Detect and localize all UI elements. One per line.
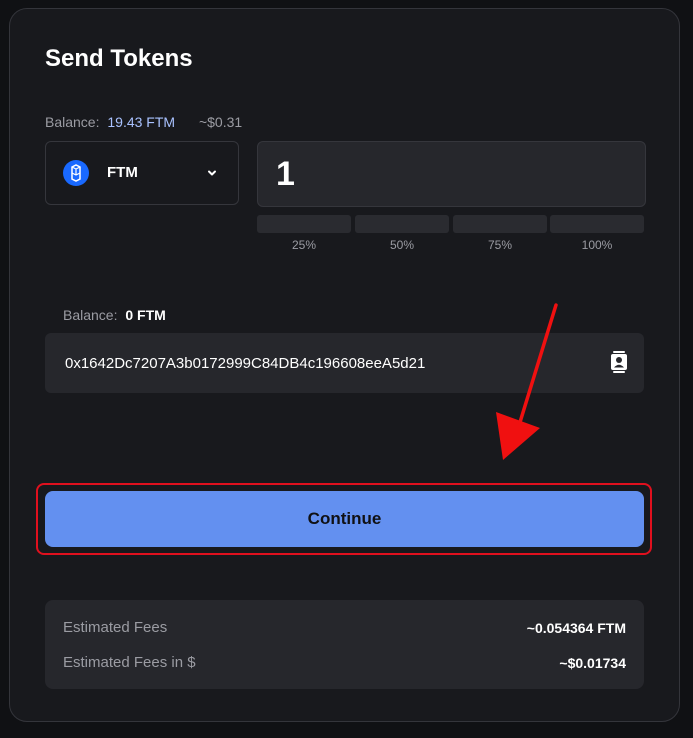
page-title: Send Tokens <box>45 45 193 72</box>
percent-50-label: 50% <box>389 238 415 252</box>
percent-25-label: 25% <box>291 238 317 252</box>
fantom-logo-icon <box>63 160 89 186</box>
percent-50-button[interactable] <box>355 215 449 233</box>
recipient-balance: Balance: 0 FTM <box>63 307 166 323</box>
recipient-balance-value: 0 FTM <box>125 307 166 323</box>
balance-value: 19.43 FTM <box>107 114 176 130</box>
source-balance: Balance: 19.43 FTM ~$0.31 <box>45 114 242 130</box>
token-name: FTM <box>107 164 138 181</box>
percent-100-button[interactable] <box>550 215 644 233</box>
fees-panel: Estimated Fees ~0.054364 FTM Estimated F… <box>45 600 644 689</box>
percent-75-label: 75% <box>487 238 513 252</box>
chevron-down-icon <box>206 166 218 184</box>
balance-usd: ~$0.31 <box>198 114 243 130</box>
estimated-fees-usd-label: Estimated Fees in $ <box>63 654 196 671</box>
balance-label: Balance: <box>45 114 100 130</box>
percent-75-button[interactable] <box>453 215 547 233</box>
recipient-balance-label: Balance: <box>63 307 118 323</box>
token-select[interactable]: FTM <box>45 141 239 205</box>
percent-25-button[interactable] <box>257 215 351 233</box>
amount-field[interactable] <box>257 141 646 207</box>
continue-button[interactable]: Continue <box>45 491 644 547</box>
recipient-address-field[interactable] <box>45 333 644 393</box>
estimated-fees-label: Estimated Fees <box>63 619 168 636</box>
amount-input[interactable] <box>276 154 616 194</box>
recipient-address-input[interactable] <box>65 352 585 374</box>
estimated-fees-usd-value: ~$0.01734 <box>559 655 626 671</box>
percent-100-label: 100% <box>581 238 613 252</box>
contact-book-icon[interactable] <box>610 350 628 379</box>
estimated-fees-value: ~0.054364 FTM <box>526 620 626 636</box>
